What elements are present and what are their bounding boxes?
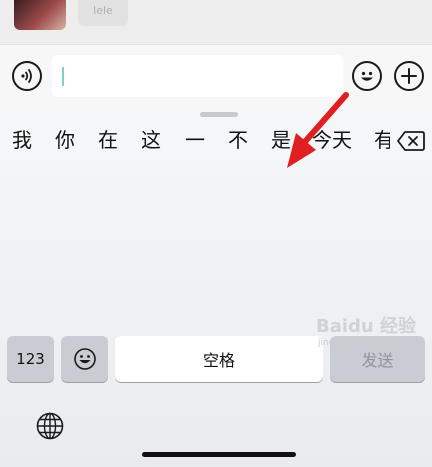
ime-keyboard: 我 你 在 这 一 不 是 今天 有 123 空格 发送 [0,106,432,467]
candidate-word[interactable]: 不 [228,122,248,158]
candidate-word[interactable]: 这 [141,122,161,158]
numbers-key[interactable]: 123 [7,336,54,382]
candidate-bar: 我 你 在 这 一 不 是 今天 有 [0,122,432,162]
space-key[interactable]: 空格 [115,336,323,382]
contact-name: lele [78,0,128,26]
emoji-key[interactable] [61,336,108,382]
emoji-icon [73,348,96,370]
voice-icon [21,69,32,83]
watermark-url: jingyan.baidu.com [318,338,402,348]
candidate-word[interactable]: 你 [55,122,75,158]
message-input[interactable] [52,55,343,97]
text-cursor [62,67,64,86]
globe-button[interactable] [34,410,66,442]
backspace-button[interactable] [396,130,426,152]
candidate-word[interactable]: 今天 [312,122,352,158]
avatar[interactable] [14,0,66,30]
plus-icon [401,68,417,84]
globe-icon [36,412,64,440]
chat-header-fragment: lele [0,0,432,44]
backspace-icon [397,131,425,151]
candidate-word[interactable]: 有 [374,122,390,158]
emoji-button[interactable] [352,61,382,91]
candidate-word[interactable]: 在 [98,122,118,158]
more-button[interactable] [394,61,424,91]
keyboard-grabber[interactable] [200,112,238,117]
voice-button[interactable] [12,61,42,91]
emoji-icon [361,71,373,81]
candidate-word[interactable]: 一 [185,122,205,158]
candidate-word[interactable]: 是 [271,122,291,158]
home-indicator [142,452,296,457]
candidate-word[interactable]: 我 [12,122,32,158]
watermark-logo: Baidu 经验 [316,316,417,337]
message-input-bar [0,44,432,106]
